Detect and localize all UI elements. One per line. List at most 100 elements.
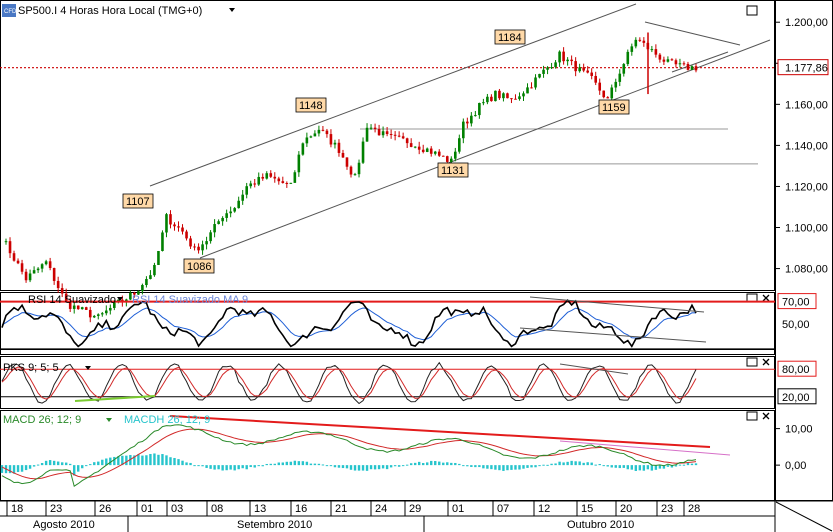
candle-body	[377, 129, 381, 136]
candle-body	[329, 134, 333, 145]
candle-body	[385, 131, 389, 135]
price-y-tick-label: 1.080,00	[785, 264, 828, 276]
candle-body	[313, 133, 317, 137]
macdh-bar	[153, 453, 156, 466]
macdh-bar	[522, 465, 525, 469]
macdh-bar	[618, 465, 621, 469]
candle-body	[353, 174, 357, 176]
macdh-bar	[638, 465, 642, 471]
macdh-bar	[546, 464, 549, 466]
macdh-bar	[345, 465, 349, 469]
candle-body	[618, 73, 622, 82]
x-day-label: 13	[254, 503, 266, 515]
candle-body	[361, 141, 365, 163]
candle-body	[393, 134, 397, 136]
annotation-label: 1107	[126, 196, 150, 208]
rsi-plot	[0, 296, 775, 351]
candle-body	[538, 73, 541, 78]
candle-body	[421, 149, 425, 152]
cfd-badge-text: CFD	[4, 9, 17, 15]
candle-body	[490, 96, 493, 102]
candle-body	[602, 90, 606, 98]
price-y-tick-label: 1.140,00	[785, 140, 828, 152]
rsi-y-tick-label: 70,00	[782, 297, 810, 309]
macdh-bar	[333, 465, 337, 468]
macd-panel-frame	[0, 410, 775, 501]
macdh-bar	[622, 465, 625, 468]
candle-body	[566, 59, 569, 62]
macdh-bar	[337, 465, 341, 468]
rsi-legend[interactable]: RSI 14 Suavizado	[28, 294, 116, 306]
macdh-bar	[64, 462, 68, 466]
macdh-bar	[646, 465, 650, 470]
candle-body	[409, 143, 413, 147]
candle-body	[177, 226, 180, 228]
macdh-bar	[566, 461, 569, 466]
candle-body	[249, 183, 253, 187]
rsi-close-icon[interactable]	[762, 294, 770, 302]
candle-body	[590, 72, 593, 76]
macdh-bar	[430, 460, 433, 466]
stoch-legend[interactable]: PKS 9; 5; 5	[3, 362, 59, 374]
chart-title[interactable]: SP500.I 4 Horas Hora Local (TMG+0)	[18, 5, 202, 17]
macdh-bar	[101, 459, 104, 466]
stoch-y-tick-label: 80,00	[782, 364, 810, 376]
macd-legend[interactable]: MACD 26; 12; 9	[3, 414, 81, 426]
candle-body	[4, 241, 8, 243]
macdh-bar	[490, 465, 493, 470]
candle-body	[76, 305, 80, 310]
candle-body	[694, 66, 698, 71]
candle-body	[28, 273, 32, 281]
macdh-bar	[237, 465, 240, 470]
candle-body	[80, 307, 84, 310]
candle-body	[458, 138, 461, 152]
macdh-bar	[245, 465, 248, 470]
macdh-bar	[690, 463, 694, 466]
candle-body	[36, 268, 40, 271]
candle-body	[157, 250, 160, 265]
macdh-bar	[365, 465, 369, 471]
macdh-bar	[141, 455, 144, 466]
candle-body	[441, 155, 445, 157]
candle-body	[88, 309, 92, 318]
macdh-bar	[177, 459, 180, 466]
x-day-label: 18	[11, 503, 23, 515]
candle-body	[153, 264, 156, 276]
macdh-bar	[313, 463, 317, 466]
macdh-bar	[506, 465, 509, 471]
x-day-label: 28	[688, 503, 700, 515]
candle-body	[542, 69, 545, 74]
macdh-bar	[229, 465, 232, 470]
candle-body	[405, 138, 409, 144]
macdh-bar	[0, 465, 4, 473]
x-day-label: 20	[620, 503, 632, 515]
macdh-bar	[458, 463, 461, 466]
macdh-legend[interactable]: MACDH 26; 12; 9	[124, 414, 210, 426]
candle-body	[349, 166, 353, 175]
stoch-y-tick-label: 20,00	[782, 392, 810, 404]
candle-body	[606, 97, 610, 99]
candle-body	[213, 224, 216, 233]
stoch-close-icon[interactable]	[762, 358, 770, 366]
candle-body	[558, 51, 561, 63]
rsi-ma-legend[interactable]: RSI 14 Suavizado MA 9	[132, 294, 248, 306]
macdh-bar	[40, 463, 44, 466]
macd-maximize-icon[interactable]	[746, 411, 758, 421]
macd-dropdown-icon[interactable]	[106, 418, 112, 422]
candle-body	[60, 288, 64, 294]
annotation-label: 1086	[187, 261, 211, 273]
maximize-icon[interactable]	[746, 5, 758, 16]
macdh-bar	[209, 465, 212, 469]
candle-body	[474, 115, 477, 117]
stoch-maximize-icon[interactable]	[746, 357, 758, 367]
y-axes: 1.080,00 1.100,00 1.120,00 1.140,00 1.160,00…	[775, 17, 829, 472]
macd-close-icon[interactable]	[762, 412, 770, 420]
candle-body	[20, 263, 24, 272]
macdh-bar	[353, 465, 357, 471]
candle-body	[574, 61, 577, 72]
macdh-bar	[16, 465, 20, 472]
macdh-bar	[586, 462, 589, 466]
title-dropdown-icon[interactable]	[229, 8, 235, 12]
candle-body	[453, 151, 457, 159]
candle-body	[462, 121, 465, 139]
